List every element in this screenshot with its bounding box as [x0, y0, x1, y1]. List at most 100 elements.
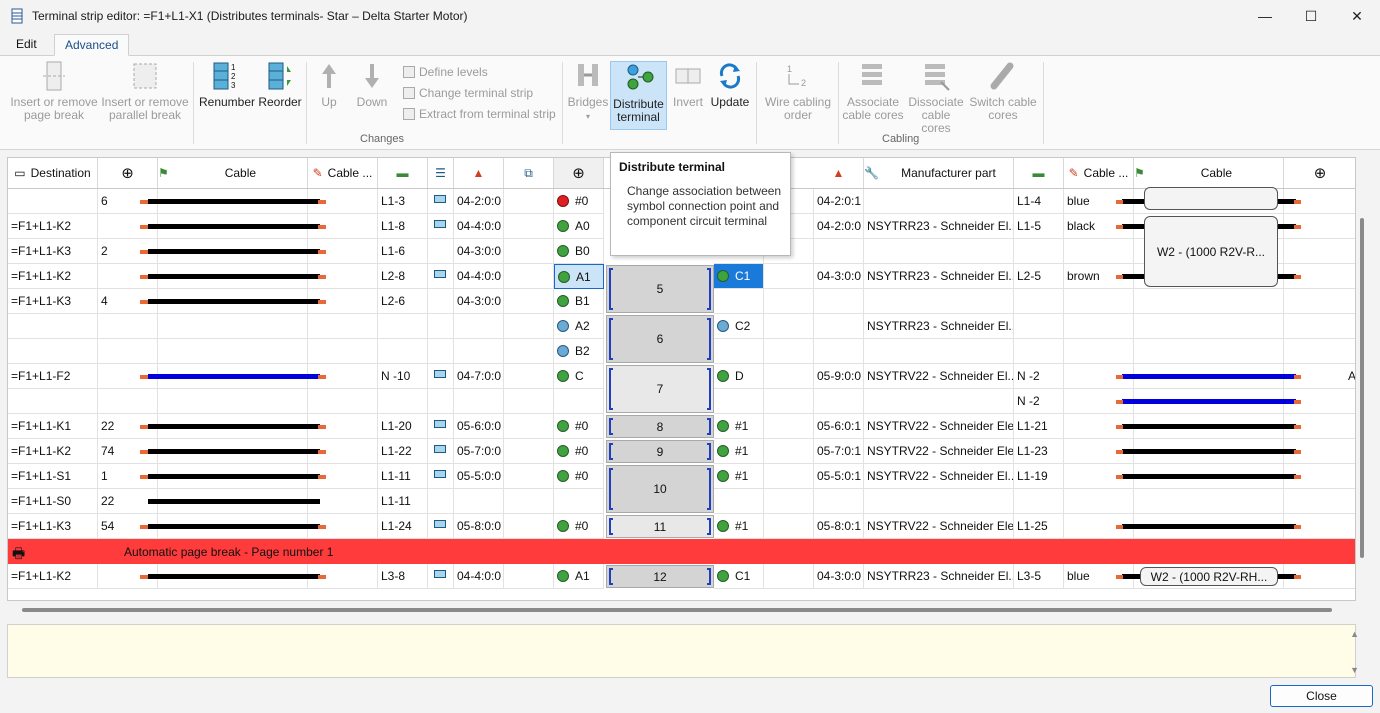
close-button[interactable]: Close	[1270, 685, 1373, 707]
col-level[interactable]: ☰	[428, 158, 454, 188]
right-wire-cell[interactable]	[1014, 239, 1064, 264]
col-destination[interactable]: ▭ Destination	[8, 158, 98, 188]
wire-cell[interactable]	[378, 339, 428, 364]
cable-number-cell[interactable]	[98, 314, 158, 339]
switch-cable-cores-button[interactable]: Switch cable cores	[968, 60, 1038, 122]
ref-cell[interactable]: 05-8:0:0	[454, 514, 504, 539]
bridges-button[interactable]: Bridges ▾	[567, 60, 609, 123]
ref-cell[interactable]: 04-2:0:0	[454, 189, 504, 214]
destination-cell[interactable]: =F1+L1-K2	[8, 439, 98, 464]
right-point-cell[interactable]: C2	[714, 314, 764, 339]
distribute-terminal-button[interactable]: Distribute terminal	[610, 61, 667, 130]
right-point-cell[interactable]: C1	[714, 564, 764, 589]
col-add-left[interactable]: ⊕	[98, 158, 158, 188]
right-ref-cell[interactable]: 04-2:0:0	[814, 214, 864, 239]
manufacturer-cell[interactable]	[864, 489, 1014, 514]
destination-cell[interactable]: =F1+L1-S0	[8, 489, 98, 514]
color-cell[interactable]	[1064, 239, 1134, 264]
right-wire-cell[interactable]: L1-23	[1014, 439, 1064, 464]
right-ref-cell[interactable]	[814, 389, 864, 414]
connection-point-cell[interactable]: A2	[554, 314, 604, 339]
terminal-box[interactable]: 5	[606, 265, 714, 313]
wire-cell[interactable]: L2-8	[378, 264, 428, 289]
right-ref-cell[interactable]: 04-3:0:0	[814, 564, 864, 589]
ref-cell[interactable]: 04-4:0:0	[454, 264, 504, 289]
destination-cell[interactable]: =F1+L1-S1	[8, 464, 98, 489]
col-cable-short[interactable]: ✎ Cable ...	[308, 158, 378, 188]
wire-cell[interactable]: L3-8	[378, 564, 428, 589]
right-ref-cell[interactable]	[814, 239, 864, 264]
dissociate-cable-cores-button[interactable]: Dissociate cable cores	[906, 60, 966, 135]
wire-cell[interactable]	[378, 389, 428, 414]
invert-button[interactable]: Invert	[670, 60, 706, 109]
right-wire-cell[interactable]: L1-25	[1014, 514, 1064, 539]
right-wire-cell[interactable]: L2-5	[1014, 264, 1064, 289]
connection-point-cell[interactable]: C	[554, 364, 604, 389]
connection-point-cell[interactable]: #0	[554, 514, 604, 539]
right-wire-cell[interactable]: L1-4	[1014, 189, 1064, 214]
manufacturer-cell[interactable]	[864, 239, 1014, 264]
manufacturer-cell[interactable]: NSYTRR23 - Schneider El...	[864, 214, 1014, 239]
right-wire-cell[interactable]: L1-21	[1014, 414, 1064, 439]
right-wire-cell[interactable]	[1014, 489, 1064, 514]
horizontal-scrollbar[interactable]	[22, 608, 1332, 612]
close-window-button[interactable]: ✕	[1334, 0, 1380, 32]
right-ref-cell[interactable]: 04-2:0:1	[814, 189, 864, 214]
connection-point-cell[interactable]: B1	[554, 289, 604, 314]
right-point-cell[interactable]: #1	[714, 464, 764, 489]
col-cable-short-right[interactable]: ✎ Cable ...	[1064, 158, 1134, 188]
wire-cell[interactable]: L1-22	[378, 439, 428, 464]
col-rref[interactable]: ▲	[814, 158, 864, 188]
insert-page-break-button[interactable]: Insert or remove page break	[8, 60, 100, 122]
tab-advanced[interactable]: Advanced	[54, 34, 130, 56]
right-ref-cell[interactable]: 05-8:0:1	[814, 514, 864, 539]
col-cable-right[interactable]: ⚑ Cable	[1134, 158, 1284, 188]
cable-block-w2[interactable]: W2 - (1000 R2V-R...	[1144, 216, 1278, 287]
ref-cell[interactable]: 04-4:0:0	[454, 214, 504, 239]
vertical-scrollbar[interactable]	[1357, 188, 1367, 600]
wire-cabling-order-button[interactable]: 12 Wire cabling order	[762, 60, 834, 122]
connection-point-cell[interactable]	[554, 389, 604, 414]
right-point-cell[interactable]	[714, 389, 764, 414]
wire-cell[interactable]: L1-11	[378, 464, 428, 489]
destination-cell[interactable]: =F1+L1-K3	[8, 239, 98, 264]
connection-point-cell[interactable]: #0	[554, 189, 604, 214]
minimize-button[interactable]: —	[1242, 0, 1288, 32]
col-bridge[interactable]: ⧉	[504, 158, 554, 188]
manufacturer-cell[interactable]: NSYTRR23 - Schneider El...	[864, 564, 1014, 589]
connection-point-cell[interactable]: A1	[554, 264, 604, 289]
connection-point-cell[interactable]: #0	[554, 464, 604, 489]
color-cell[interactable]	[1064, 339, 1134, 364]
ref-cell[interactable]: 05-7:0:0	[454, 439, 504, 464]
destination-cell[interactable]: =F1+L1-K3	[8, 289, 98, 314]
connection-point-cell[interactable]: B2	[554, 339, 604, 364]
renumber-button[interactable]: 123 Renumber	[198, 60, 256, 109]
destination-cell[interactable]: =F1+L1-K1	[8, 414, 98, 439]
ref-cell[interactable]	[454, 339, 504, 364]
connection-point-cell[interactable]: A1	[554, 564, 604, 589]
right-wire-cell[interactable]	[1014, 314, 1064, 339]
change-terminal-strip-button[interactable]: Change terminal strip	[403, 86, 533, 100]
cable-number-cell[interactable]	[98, 339, 158, 364]
ref-cell[interactable]: 04-3:0:0	[454, 289, 504, 314]
define-levels-button[interactable]: Define levels	[403, 65, 488, 79]
notes-scroll-up-icon[interactable]: ▲	[1350, 629, 1359, 639]
tab-edit[interactable]: Edit	[6, 34, 47, 56]
cable-number-cell[interactable]	[98, 389, 158, 414]
right-wire-cell[interactable]: N -2	[1014, 364, 1064, 389]
right-point-cell[interactable]	[714, 339, 764, 364]
manufacturer-cell[interactable]	[864, 389, 1014, 414]
right-wire-cell[interactable]: L1-5	[1014, 214, 1064, 239]
col-wire[interactable]: ▬	[378, 158, 428, 188]
connection-point-cell[interactable]: A0	[554, 214, 604, 239]
destination-cell[interactable]	[8, 389, 98, 414]
manufacturer-cell[interactable]	[864, 289, 1014, 314]
wire-cell[interactable]: L2-6	[378, 289, 428, 314]
ref-cell[interactable]: 04-7:0:0	[454, 364, 504, 389]
right-ref-cell[interactable]: 05-7:0:1	[814, 439, 864, 464]
page-break-row[interactable]: 🖶 Automatic page break - Page number 1	[8, 539, 1355, 564]
cable-block-w2-bottom[interactable]: W2 - (1000 R2V-RH...	[1140, 567, 1278, 586]
associate-cable-cores-button[interactable]: Associate cable cores	[840, 60, 906, 122]
manufacturer-cell[interactable]: NSYTRV22 - Schneider El...	[864, 464, 1014, 489]
col-add-right[interactable]: ⊕	[1284, 158, 1355, 188]
